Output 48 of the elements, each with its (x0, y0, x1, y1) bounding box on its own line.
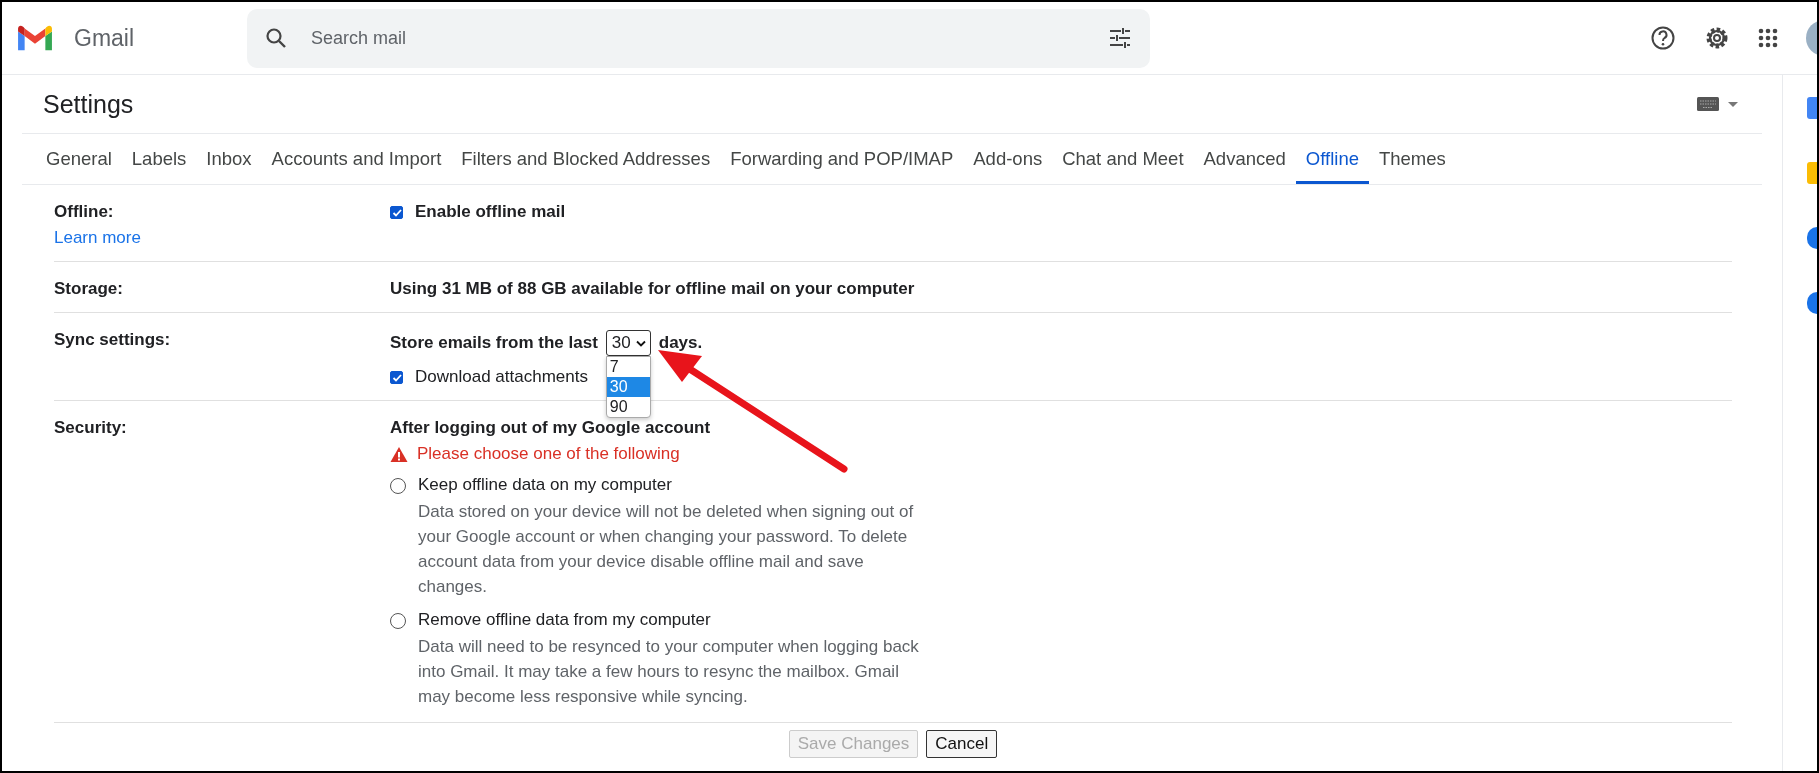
security-heading: After logging out of my Google account (390, 418, 712, 438)
settings-tab[interactable]: Accounts and Import (261, 134, 452, 184)
option-description: Data stored on your device will not be deleted when signing out of your Google account or when changing your password. To delete account data from your device disable offline mail and save changes. (418, 501, 915, 598)
dropdown-option[interactable]: 7 (606, 357, 650, 377)
filter-options-icon[interactable] (1108, 26, 1132, 50)
settings-tab[interactable]: Labels (121, 134, 197, 184)
warning-icon (390, 445, 408, 463)
warning-message: Please choose one of the following (417, 444, 680, 464)
checkbox-label: Enable offline mail (415, 202, 566, 222)
search-icon[interactable] (265, 27, 287, 49)
settings-tab[interactable]: General (36, 134, 122, 184)
caret-icon (1728, 101, 1738, 107)
settings-tab[interactable]: Chat and Meet (1052, 134, 1194, 184)
search-bar[interactable]: Search mail (247, 8, 1150, 68)
setting-label: Storage: (54, 279, 124, 299)
setting-label: Sync settings: (54, 330, 172, 350)
settings-tab[interactable]: Offline (1295, 134, 1369, 184)
app-name: Gmail (74, 24, 135, 52)
settings-tab[interactable]: Forwarding and POP/IMAP (720, 134, 964, 184)
settings-tab[interactable]: Advanced (1193, 134, 1296, 184)
settings-tab[interactable]: Filters and Blocked Addresses (451, 134, 721, 184)
sync-text: days. (658, 333, 703, 353)
dropdown-option[interactable]: 30 (606, 377, 650, 397)
settings-tab[interactable]: Inbox (196, 134, 262, 184)
settings-tab[interactable]: Themes (1368, 134, 1456, 184)
checkbox-label: Download attachments (415, 367, 588, 387)
keyboard-icon (1697, 97, 1719, 111)
search-field[interactable]: Search mail (309, 26, 1086, 50)
setting-label: Security: (54, 418, 128, 438)
page-title: Settings (43, 89, 135, 119)
learn-more-link[interactable]: Learn more (54, 228, 141, 248)
days-dropdown[interactable]: 30 (605, 330, 651, 356)
setting-label: Offline: (54, 202, 115, 222)
settings-icon[interactable] (1704, 25, 1730, 51)
storage-info: Using 31 MB of 88 GB available for offline mail on your computer (390, 279, 915, 299)
apps-grid-icon[interactable] (1758, 28, 1778, 48)
settings-tab[interactable]: Add-ons (963, 134, 1053, 184)
input-tools-button[interactable] (1697, 97, 1738, 111)
dropdown-option[interactable]: 90 (606, 397, 650, 417)
chevron-down-icon (635, 339, 646, 347)
radio-label: Keep offline data on my computer (418, 475, 673, 495)
checkbox[interactable] (390, 370, 403, 384)
option-description: Data will need to be resynced to your computer when logging back into Gmail. It may take a few hours to resync the mailbox. Gmail may become less responsive while syncing. (418, 636, 920, 708)
sync-text: Store emails from the last (390, 333, 598, 353)
form-button[interactable]: Cancel (926, 730, 998, 758)
checkbox[interactable] (390, 205, 403, 219)
radio-label: Remove offline data from my computer (418, 610, 712, 630)
help-icon[interactable] (1650, 25, 1676, 51)
